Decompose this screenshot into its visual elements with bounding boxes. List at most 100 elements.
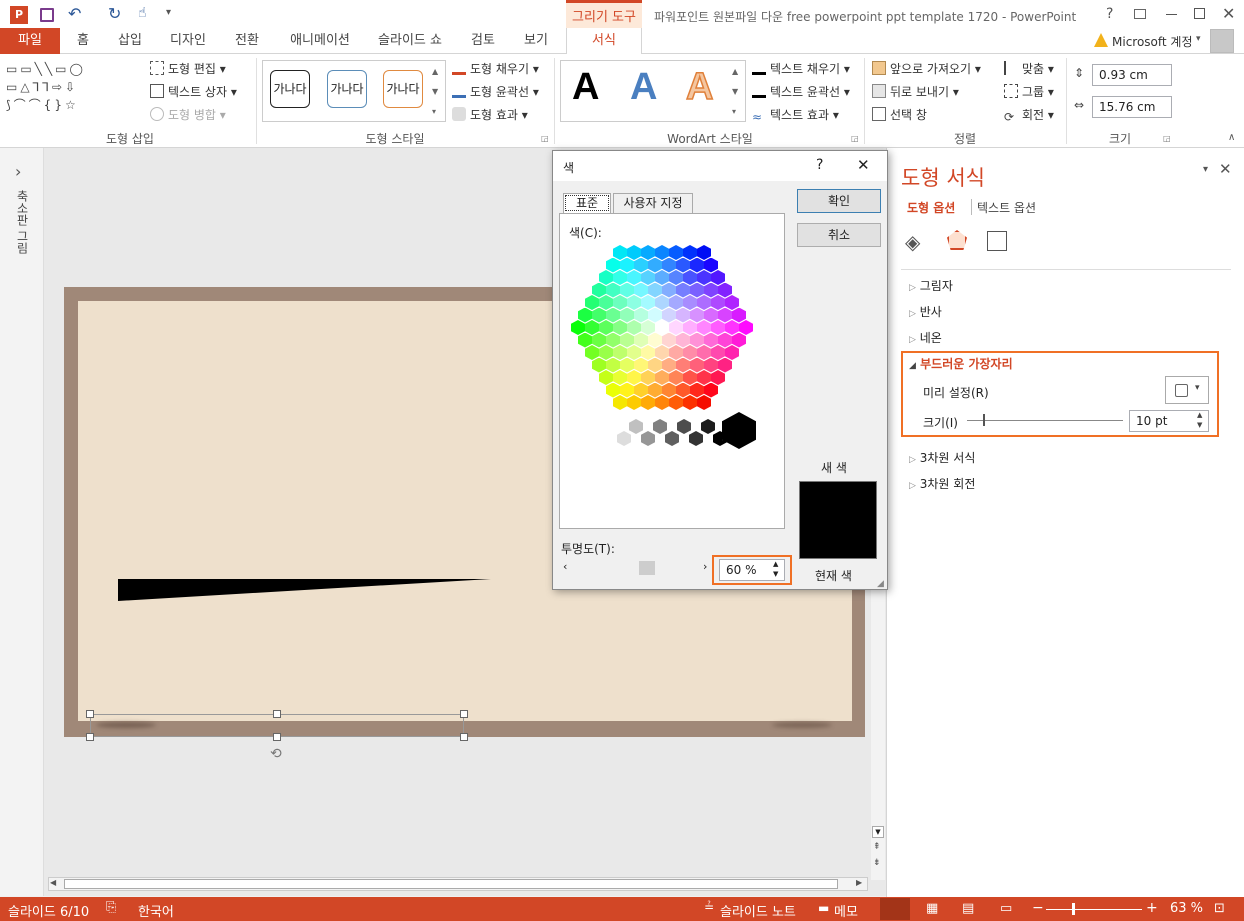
shape-height-input[interactable]: 0.93 cm: [1092, 64, 1172, 86]
color-swatch[interactable]: [606, 307, 620, 323]
color-swatch[interactable]: [704, 257, 718, 273]
grey-swatch[interactable]: [701, 419, 715, 434]
fill-line-icon[interactable]: ◈: [905, 230, 920, 254]
color-swatch[interactable]: [613, 370, 627, 385]
zoom-in-icon[interactable]: +: [1146, 900, 1158, 916]
dialog-launcher-icon[interactable]: ◲: [851, 134, 859, 143]
color-swatch[interactable]: [683, 320, 697, 335]
dialog-help-button[interactable]: ?: [816, 157, 823, 173]
resize-grip-icon[interactable]: ◢: [877, 579, 884, 589]
color-swatch[interactable]: [613, 345, 627, 360]
color-swatch[interactable]: [704, 357, 718, 373]
previous-slide-icon[interactable]: ⇞: [873, 842, 881, 852]
color-swatch[interactable]: [655, 270, 669, 285]
color-swatch[interactable]: [648, 257, 662, 273]
color-swatch[interactable]: [634, 307, 648, 323]
selection-handle[interactable]: [273, 710, 281, 718]
color-swatch[interactable]: [669, 245, 683, 260]
selection-handle[interactable]: [86, 733, 94, 741]
horizontal-scroll-thumb[interactable]: [64, 879, 838, 889]
color-swatch[interactable]: [697, 270, 711, 285]
color-swatch[interactable]: [634, 257, 648, 273]
color-swatch[interactable]: [585, 295, 599, 310]
color-swatch[interactable]: [697, 320, 711, 335]
selection-handle[interactable]: [273, 733, 281, 741]
slide-sorter-icon[interactable]: ▦: [926, 901, 938, 916]
color-swatch[interactable]: [648, 332, 662, 348]
color-swatch[interactable]: [676, 307, 690, 323]
size-properties-icon[interactable]: [987, 231, 1007, 251]
scroll-left-icon[interactable]: ◀: [50, 878, 56, 887]
tab-animations[interactable]: 애니메이션: [280, 28, 360, 54]
scroll-right-icon[interactable]: ▶: [856, 878, 862, 887]
color-swatch[interactable]: [690, 382, 704, 398]
color-swatch[interactable]: [662, 332, 676, 348]
text-box-button[interactable]: 텍스트 상자 ▾: [150, 83, 237, 100]
color-swatch[interactable]: [620, 257, 634, 273]
bring-forward-button[interactable]: 앞으로 가져오기 ▾: [872, 60, 981, 77]
scroll-down-icon[interactable]: ▼: [872, 826, 884, 838]
tab-transitions[interactable]: 전환: [224, 28, 270, 54]
tab-format[interactable]: 서식: [566, 28, 642, 55]
shape-fill-button[interactable]: 도형 채우기 ▾: [452, 60, 539, 77]
text-fill-button[interactable]: 텍스트 채우기 ▾: [752, 60, 850, 77]
color-swatch[interactable]: [662, 257, 676, 273]
tab-shape-options[interactable]: 도형 옵션: [907, 199, 955, 216]
shape-style-sample-2[interactable]: 가나다: [327, 70, 367, 108]
color-swatch[interactable]: [683, 270, 697, 285]
group-button[interactable]: 그룹 ▾: [1004, 83, 1054, 100]
spin-up-icon[interactable]: ▲: [773, 560, 778, 568]
spin-up-icon[interactable]: ▲: [1197, 411, 1202, 419]
color-swatch[interactable]: [634, 357, 648, 373]
color-swatch[interactable]: [711, 270, 725, 285]
zoom-slider-track[interactable]: [1046, 909, 1142, 910]
redo-icon[interactable]: ↻: [108, 4, 121, 23]
section-3d-format[interactable]: ▷ 3차원 서식: [909, 449, 975, 466]
expand-thumbnails-icon[interactable]: ›: [15, 162, 21, 181]
color-swatch[interactable]: [662, 282, 676, 298]
color-swatch[interactable]: [613, 395, 627, 410]
color-swatch[interactable]: [732, 332, 746, 348]
color-swatch[interactable]: [578, 332, 592, 348]
wordart-sample-black[interactable]: A: [572, 66, 599, 109]
color-swatch[interactable]: [676, 357, 690, 373]
color-swatch[interactable]: [704, 307, 718, 323]
color-swatch[interactable]: [620, 382, 634, 398]
selection-handle[interactable]: [460, 710, 468, 718]
color-swatch[interactable]: [690, 332, 704, 348]
color-swatch[interactable]: [606, 282, 620, 298]
color-swatch[interactable]: [704, 382, 718, 398]
grey-swatch[interactable]: [665, 431, 679, 446]
color-swatch[interactable]: [655, 245, 669, 260]
color-swatch[interactable]: [655, 320, 669, 335]
color-swatch[interactable]: [704, 282, 718, 298]
color-swatch[interactable]: [592, 282, 606, 298]
grey-swatch[interactable]: [653, 419, 667, 434]
slider-left-icon[interactable]: ‹: [563, 560, 567, 573]
section-soft-edges[interactable]: ◢ 부드러운 가장자리: [909, 355, 1013, 372]
color-swatch[interactable]: [676, 332, 690, 348]
color-honeycomb[interactable]: [571, 245, 761, 415]
color-swatch[interactable]: [620, 282, 634, 298]
color-swatch[interactable]: [669, 295, 683, 310]
color-swatch[interactable]: [697, 345, 711, 360]
color-swatch[interactable]: [662, 382, 676, 398]
color-swatch[interactable]: [648, 382, 662, 398]
color-swatch[interactable]: [599, 295, 613, 310]
color-swatch[interactable]: [697, 395, 711, 410]
account-label[interactable]: Microsoft 계정: [1112, 33, 1193, 50]
tab-view[interactable]: 보기: [514, 28, 558, 54]
color-swatch[interactable]: [725, 345, 739, 360]
color-swatch[interactable]: [641, 370, 655, 385]
grey-swatch[interactable]: [677, 419, 691, 434]
color-swatch[interactable]: [606, 257, 620, 273]
color-swatch[interactable]: [606, 382, 620, 398]
selection-handle[interactable]: [86, 710, 94, 718]
color-swatch[interactable]: [683, 245, 697, 260]
color-swatch[interactable]: [725, 320, 739, 335]
shape-style-sample-1[interactable]: 가나다: [270, 70, 310, 108]
thumbnails-label[interactable]: 축소판 그림: [14, 190, 31, 254]
grey-swatch[interactable]: [605, 419, 619, 434]
color-swatch[interactable]: [599, 345, 613, 360]
color-swatch[interactable]: [697, 370, 711, 385]
